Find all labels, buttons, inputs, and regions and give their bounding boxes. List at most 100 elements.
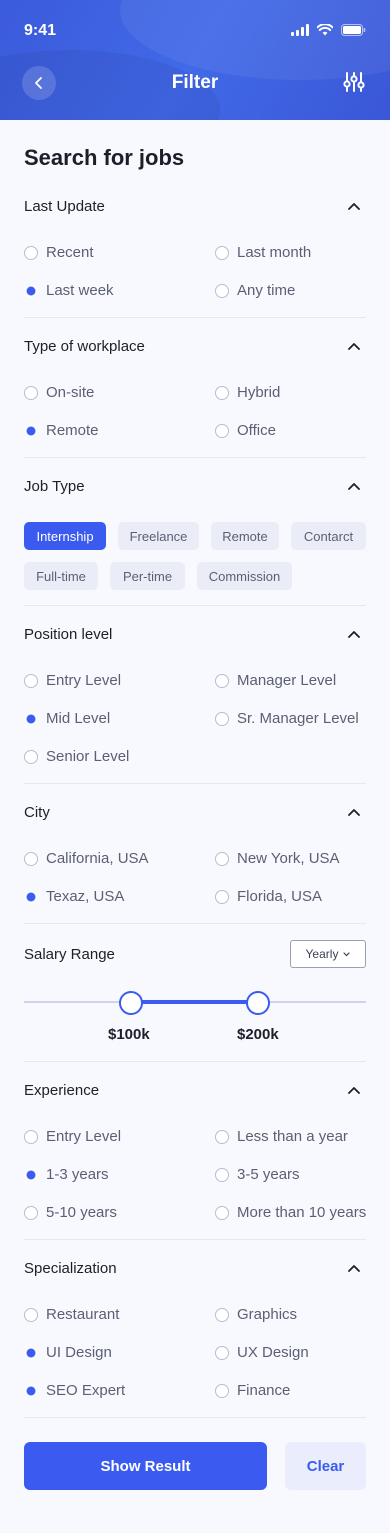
radio-dot-selected: [24, 1383, 38, 1398]
radio-option[interactable]: On-site: [24, 384, 94, 401]
radio-dot: [24, 385, 38, 400]
clear-button[interactable]: Clear: [285, 1442, 366, 1490]
show-result-button[interactable]: Show Result: [24, 1442, 267, 1490]
radio-option[interactable]: Remote: [24, 422, 99, 439]
radio-option[interactable]: More than 10 years: [215, 1204, 366, 1221]
header-bar: 9:41 Filter: [0, 0, 390, 120]
radio-label: Last month: [237, 244, 312, 261]
salary-max-label: $200k: [237, 1026, 279, 1043]
radio-option[interactable]: 3-5 years: [215, 1166, 300, 1183]
divider: [24, 1239, 366, 1240]
chevron-up-icon[interactable]: [348, 202, 360, 210]
radio-option[interactable]: Restaurant: [24, 1306, 119, 1323]
radio-dot-selected: [24, 423, 38, 438]
section-title-position: Position level: [24, 626, 113, 643]
chip-commission[interactable]: Commission: [197, 562, 292, 590]
chip-remote[interactable]: Remote: [211, 522, 279, 550]
divider: [24, 457, 366, 458]
radio-option[interactable]: Sr. Manager Level: [215, 710, 359, 727]
radio-label: Graphics: [237, 1306, 298, 1323]
radio-option[interactable]: Florida, USA: [215, 888, 322, 905]
radio-label: Florida, USA: [237, 888, 323, 905]
radio-option[interactable]: UX Design: [215, 1344, 309, 1361]
radio-option[interactable]: New York, USA: [215, 850, 340, 867]
radio-dot: [215, 1167, 229, 1182]
section-title-experience: Experience: [24, 1082, 100, 1099]
chip-contract[interactable]: Contarct: [291, 522, 366, 550]
radio-option[interactable]: Graphics: [215, 1306, 297, 1323]
radio-label: Remote: [46, 422, 99, 439]
divider: [24, 923, 366, 924]
radio-option[interactable]: Last week: [24, 282, 114, 299]
section-title-job-type: Job Type: [24, 478, 85, 495]
radio-option[interactable]: Entry Level: [24, 672, 121, 689]
radio-dot: [215, 711, 229, 726]
chip-freelance[interactable]: Freelance: [118, 522, 199, 550]
radio-label: Sr. Manager Level: [237, 710, 359, 727]
radio-option[interactable]: Finance: [215, 1382, 290, 1399]
radio-option[interactable]: Office: [215, 422, 276, 439]
salary-period-select[interactable]: Yearly: [290, 940, 366, 968]
radio-dot: [215, 283, 229, 298]
radio-dot: [215, 423, 229, 438]
chevron-down-icon: [343, 951, 351, 956]
radio-option[interactable]: Entry Level: [24, 1128, 121, 1145]
radio-option[interactable]: Recent: [24, 244, 94, 261]
radio-dot: [215, 851, 229, 866]
radio-option[interactable]: UI Design: [24, 1344, 112, 1361]
radio-label: Texaz, USA: [46, 888, 125, 905]
radio-option[interactable]: Last month: [215, 244, 311, 261]
radio-option[interactable]: Any time: [215, 282, 295, 299]
radio-dot: [215, 889, 229, 904]
chevron-up-icon[interactable]: [348, 1086, 360, 1094]
radio-dot: [24, 1129, 38, 1144]
salary-min-handle[interactable]: [119, 991, 143, 1015]
radio-option[interactable]: 1-3 years: [24, 1166, 109, 1183]
radio-option[interactable]: Hybrid: [215, 384, 280, 401]
radio-dot: [24, 851, 38, 866]
radio-dot: [215, 1345, 229, 1360]
salary-max-handle[interactable]: [246, 991, 270, 1015]
chip-full-time[interactable]: Full-time: [24, 562, 98, 590]
radio-dot: [24, 749, 38, 764]
chip-internship[interactable]: Internship: [24, 522, 106, 550]
radio-option[interactable]: SEO Expert: [24, 1382, 125, 1399]
radio-label: 3-5 years: [237, 1166, 300, 1183]
radio-option[interactable]: 5-10 years: [24, 1204, 117, 1221]
radio-label: SEO Expert: [46, 1382, 126, 1399]
radio-dot-selected: [24, 1167, 38, 1182]
radio-dot-selected: [24, 283, 38, 298]
radio-dot: [215, 245, 229, 260]
status-time: 9:41: [24, 22, 57, 39]
status-icons: [291, 24, 366, 36]
wifi-icon: [317, 24, 333, 36]
radio-option[interactable]: Senior Level: [24, 748, 129, 765]
radio-option[interactable]: California, USA: [24, 850, 149, 867]
chevron-up-icon[interactable]: [348, 1264, 360, 1272]
radio-dot: [24, 1205, 38, 1220]
filter-settings-icon[interactable]: [342, 70, 366, 94]
radio-label: New York, USA: [237, 850, 340, 867]
radio-dot: [215, 673, 229, 688]
chevron-up-icon[interactable]: [348, 808, 360, 816]
radio-option[interactable]: Less than a year: [215, 1128, 348, 1145]
radio-dot: [24, 673, 38, 688]
section-title-specialization: Specialization: [24, 1260, 117, 1277]
radio-label: California, USA: [46, 850, 149, 867]
radio-dot-selected: [24, 711, 38, 726]
radio-dot: [215, 1205, 229, 1220]
radio-option[interactable]: Texaz, USA: [24, 888, 124, 905]
radio-option[interactable]: Manager Level: [215, 672, 336, 689]
chevron-up-icon[interactable]: [348, 342, 360, 350]
chip-part-time[interactable]: Per-time: [110, 562, 185, 590]
radio-label: Office: [237, 422, 276, 439]
radio-label: Recent: [46, 244, 94, 261]
divider: [24, 317, 366, 318]
radio-dot: [215, 1129, 229, 1144]
radio-option[interactable]: Mid Level: [24, 710, 110, 727]
radio-dot: [24, 245, 38, 260]
chevron-up-icon[interactable]: [348, 482, 360, 490]
chevron-up-icon[interactable]: [348, 630, 360, 638]
radio-label: Senior Level: [46, 748, 130, 765]
radio-dot: [215, 1307, 229, 1322]
